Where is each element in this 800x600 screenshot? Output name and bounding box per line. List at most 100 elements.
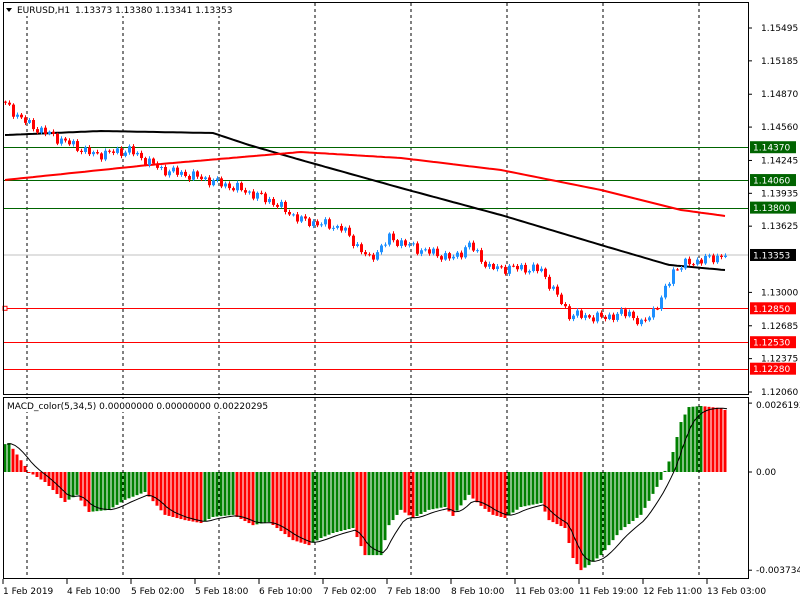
macd-bar <box>35 472 39 477</box>
candle-bear <box>252 191 255 199</box>
macd-bar <box>251 472 255 526</box>
current-price-tag: 1.13353 <box>753 251 790 261</box>
candle-bull <box>16 114 19 117</box>
macd-bar <box>583 472 587 568</box>
macd-bar <box>575 472 579 565</box>
candle-bear <box>152 158 155 164</box>
candle-bull <box>652 308 655 318</box>
candle-bear <box>372 254 375 260</box>
macd-bar <box>379 472 383 556</box>
macd-bar <box>331 472 335 534</box>
candle-bear <box>568 306 571 320</box>
candle-bull <box>384 244 387 246</box>
macd-bar <box>39 472 43 480</box>
macd-bar <box>535 472 539 504</box>
candle-bear <box>688 258 691 265</box>
chart-header: EURUSD,H1 1.13373 1.13380 1.13341 1.1335… <box>4 3 232 16</box>
macd-bar <box>191 472 195 522</box>
macd-bar <box>147 472 151 497</box>
resistance-price-tag: 1.14060 <box>753 177 790 187</box>
candle-bear <box>296 214 299 222</box>
candle-bear <box>108 150 111 152</box>
macd-bar <box>431 472 435 510</box>
macd-bar <box>59 472 63 499</box>
macd-bar <box>143 472 147 492</box>
macd-bar <box>135 472 139 496</box>
macd-bar <box>315 472 319 541</box>
macd-bar <box>591 472 595 562</box>
candle-bull <box>320 224 323 226</box>
candle-bear <box>500 266 503 268</box>
candle-bear <box>692 264 695 266</box>
candle-bull <box>356 244 359 246</box>
candle-bull <box>584 315 587 318</box>
candle-bear <box>548 276 551 289</box>
macd-bar <box>639 472 643 515</box>
candle-bear <box>68 140 71 145</box>
macd-bar <box>107 472 111 510</box>
candle-bull <box>28 120 31 123</box>
candle-bear <box>12 104 15 117</box>
candle-bear <box>536 264 539 272</box>
candle-bear <box>288 211 291 215</box>
candle-bear <box>156 163 159 168</box>
macd-bar <box>447 472 451 512</box>
time-tick-label: 11 Feb 03:00 <box>515 587 574 597</box>
candle-bull <box>576 310 579 316</box>
time-tick-label: 13 Feb 03:00 <box>707 587 766 597</box>
macd-bar <box>203 472 207 522</box>
candle-bull <box>300 216 303 222</box>
macd-bar <box>659 472 663 480</box>
candle-bear <box>460 252 463 258</box>
macd-bar <box>183 472 187 521</box>
macd-bar <box>563 472 567 529</box>
macd-bar <box>707 406 711 472</box>
candle-bear <box>96 152 99 154</box>
macd-bar <box>199 472 203 524</box>
macd-bar <box>391 472 395 521</box>
candle-bear <box>220 178 223 187</box>
macd-tick-label: 0.0026192 <box>756 401 800 411</box>
candle-bull <box>628 311 631 317</box>
macd-bar <box>127 472 131 499</box>
macd-bar <box>139 472 143 494</box>
macd-bar <box>219 472 223 517</box>
candle-bull <box>640 319 643 325</box>
candle-bear <box>636 318 639 325</box>
candle-bear <box>560 294 563 305</box>
candle-bear <box>200 176 203 180</box>
trading-chart[interactable]: 1.15495 1.15185 1.14870 1.14560 1.14245 1.139… <box>0 0 800 600</box>
price-tick-label: 1.13935 <box>761 189 798 199</box>
candle-bull <box>620 309 623 314</box>
macd-bar <box>603 472 607 551</box>
candle-bear <box>340 225 343 231</box>
price-tick-label: 1.12060 <box>761 388 798 398</box>
time-tick-label: 8 Feb 10:00 <box>451 587 505 597</box>
candle-bear <box>20 114 23 118</box>
macd-bar <box>643 472 647 508</box>
macd-bar <box>279 472 283 532</box>
macd-bar <box>223 472 227 516</box>
candle-bull <box>72 141 75 145</box>
candle-bull <box>344 227 347 231</box>
candle-bear <box>76 141 79 151</box>
candle-bull <box>400 240 403 246</box>
macd-bar <box>95 472 99 512</box>
support-price-tag: 1.12530 <box>753 339 790 349</box>
candle-bear <box>208 177 211 186</box>
candle-bear <box>228 183 231 189</box>
candle-bear <box>32 120 35 130</box>
candle-bull <box>376 252 379 260</box>
macd-bar <box>367 472 371 556</box>
time-tick-label: 4 Feb 10:00 <box>67 587 121 597</box>
candle-bear <box>556 286 559 295</box>
candle-bear <box>276 204 279 207</box>
candle-bear <box>64 138 67 141</box>
price-tick-label: 1.13625 <box>761 222 798 232</box>
macd-bar <box>711 407 715 472</box>
macd-bar <box>567 472 571 544</box>
candle-bear <box>624 309 627 317</box>
macd-bar <box>11 448 15 472</box>
candle-bear <box>88 147 91 155</box>
candle-bear <box>396 240 399 246</box>
